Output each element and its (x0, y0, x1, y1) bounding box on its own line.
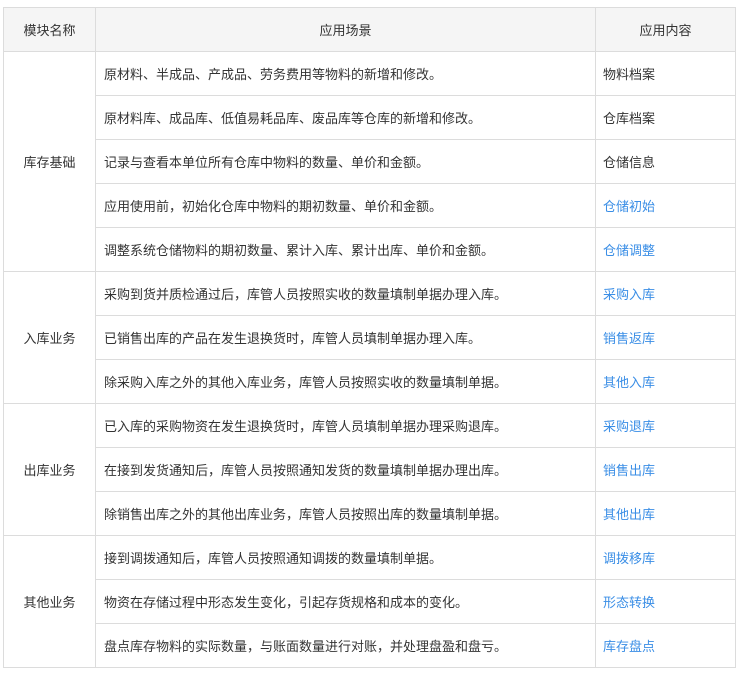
scenario-cell: 调整系统仓储物料的期初数量、累计入库、累计出库、单价和金额。 (95, 227, 596, 272)
scenario-cell: 物资在存储过程中形态发生变化，引起存货规格和成本的变化。 (95, 579, 596, 624)
content-cell: 销售返库 (595, 315, 736, 360)
scenario-cell: 原材料库、成品库、低值易耗品库、废品库等仓库的新增和修改。 (95, 95, 596, 140)
table-row: 调整系统仓储物料的期初数量、累计入库、累计出库、单价和金额。 仓储调整 (4, 227, 736, 272)
scenario-cell: 应用使用前，初始化仓库中物料的期初数量、单价和金额。 (95, 183, 596, 228)
content-text: 仓库档案 (603, 112, 656, 127)
module-name-cell: 库存基础 (3, 51, 96, 272)
table-row: 除采购入库之外的其他入库业务，库管人员按照实收的数量填制单据。 其他入库 (4, 359, 736, 404)
content-cell: 仓库档案 (595, 95, 736, 140)
scenario-cell: 接到调拨通知后，库管人员按照通知调拨的数量填制单据。 (95, 535, 596, 580)
table-row: 除销售出库之外的其他出库业务，库管人员按照出库的数量填制单据。 其他出库 (4, 491, 736, 536)
module-name-cell: 入库业务 (3, 271, 96, 404)
scenario-cell: 除销售出库之外的其他出库业务，库管人员按照出库的数量填制单据。 (95, 491, 596, 536)
module-table: 模块名称 应用场景 应用内容 库存基础 原材料、半成品、产成品、劳务费用等物料的新… (3, 7, 736, 668)
table-row: 盘点库存物料的实际数量，与账面数量进行对账，并处理盘盈和盘亏。 库存盘点 (4, 623, 736, 668)
table-body: 库存基础 原材料、半成品、产成品、劳务费用等物料的新增和修改。 物料档案 原材料库、成… (3, 51, 736, 668)
module-name-cell: 出库业务 (3, 403, 96, 536)
table-row: 在接到发货通知后，库管人员按照通知发货的数量填制单据办理出库。 销售出库 (4, 447, 736, 492)
content-link[interactable]: 仓储初始 (603, 200, 655, 215)
content-link[interactable]: 库存盘点 (603, 640, 655, 655)
content-cell: 仓储初始 (595, 183, 736, 228)
scenario-cell: 已销售出库的产品在发生退换货时，库管人员填制单据办理入库。 (95, 315, 596, 360)
content-link[interactable]: 形态转换 (603, 596, 655, 611)
table-row: 记录与查看本单位所有仓库中物料的数量、单价和金额。 仓储信息 (4, 139, 736, 184)
scenario-cell: 盘点库存物料的实际数量，与账面数量进行对账，并处理盘盈和盘亏。 (95, 623, 596, 668)
header-row: 模块名称 应用场景 应用内容 (3, 7, 736, 52)
content-cell: 形态转换 (595, 579, 736, 624)
content-text: 物料档案 (603, 68, 656, 83)
table-row: 物资在存储过程中形态发生变化，引起存货规格和成本的变化。 形态转换 (4, 579, 736, 624)
scenario-cell: 采购到货并质检通过后，库管人员按照实收的数量填制单据办理入库。 (95, 271, 596, 316)
table-row: 原材料库、成品库、低值易耗品库、废品库等仓库的新增和修改。 仓库档案 (4, 95, 736, 140)
content-link[interactable]: 其他入库 (603, 376, 655, 391)
header-content: 应用内容 (595, 7, 736, 52)
scenario-cell: 除采购入库之外的其他入库业务，库管人员按照实收的数量填制单据。 (95, 359, 596, 404)
scenario-cell: 在接到发货通知后，库管人员按照通知发货的数量填制单据办理出库。 (95, 447, 596, 492)
content-link[interactable]: 采购入库 (603, 288, 655, 303)
content-cell: 调拨移库 (595, 535, 736, 580)
content-cell: 其他入库 (595, 359, 736, 404)
scenario-cell: 记录与查看本单位所有仓库中物料的数量、单价和金额。 (95, 139, 596, 184)
content-link[interactable]: 销售返库 (603, 332, 655, 347)
content-cell: 采购退库 (595, 403, 736, 448)
content-link[interactable]: 仓储调整 (603, 244, 655, 259)
content-cell: 仓储信息 (595, 139, 736, 184)
content-link[interactable]: 采购退库 (603, 420, 655, 435)
content-text: 仓储信息 (603, 156, 656, 171)
scenario-cell: 原材料、半成品、产成品、劳务费用等物料的新增和修改。 (95, 51, 596, 96)
header-scenario: 应用场景 (95, 7, 596, 52)
header-module-name: 模块名称 (3, 7, 96, 52)
table-row: 已销售出库的产品在发生退换货时，库管人员填制单据办理入库。 销售返库 (4, 315, 736, 360)
table-row: 应用使用前，初始化仓库中物料的期初数量、单价和金额。 仓储初始 (4, 183, 736, 228)
table-row: 库存基础 原材料、半成品、产成品、劳务费用等物料的新增和修改。 物料档案 (3, 51, 736, 272)
table-header: 模块名称 应用场景 应用内容 (3, 7, 736, 52)
content-cell: 库存盘点 (595, 623, 736, 668)
scenario-cell: 已入库的采购物资在发生退换货时，库管人员填制单据办理采购退库。 (95, 403, 596, 448)
content-cell: 仓储调整 (595, 227, 736, 272)
content-link[interactable]: 其他出库 (603, 508, 655, 523)
table-row: 入库业务 采购到货并质检通过后，库管人员按照实收的数量填制单据办理入库。 采购入库 (3, 271, 736, 404)
content-cell: 采购入库 (595, 271, 736, 316)
module-name-cell: 其他业务 (3, 535, 96, 668)
content-link[interactable]: 销售出库 (603, 464, 655, 479)
table-row: 出库业务 已入库的采购物资在发生退换货时，库管人员填制单据办理采购退库。 采购退库 (3, 403, 736, 536)
table-row: 其他业务 接到调拨通知后，库管人员按照通知调拨的数量填制单据。 调拨移库 (3, 535, 736, 668)
content-cell: 其他出库 (595, 491, 736, 536)
content-cell: 销售出库 (595, 447, 736, 492)
content-cell: 物料档案 (595, 51, 736, 96)
content-link[interactable]: 调拨移库 (603, 552, 655, 567)
